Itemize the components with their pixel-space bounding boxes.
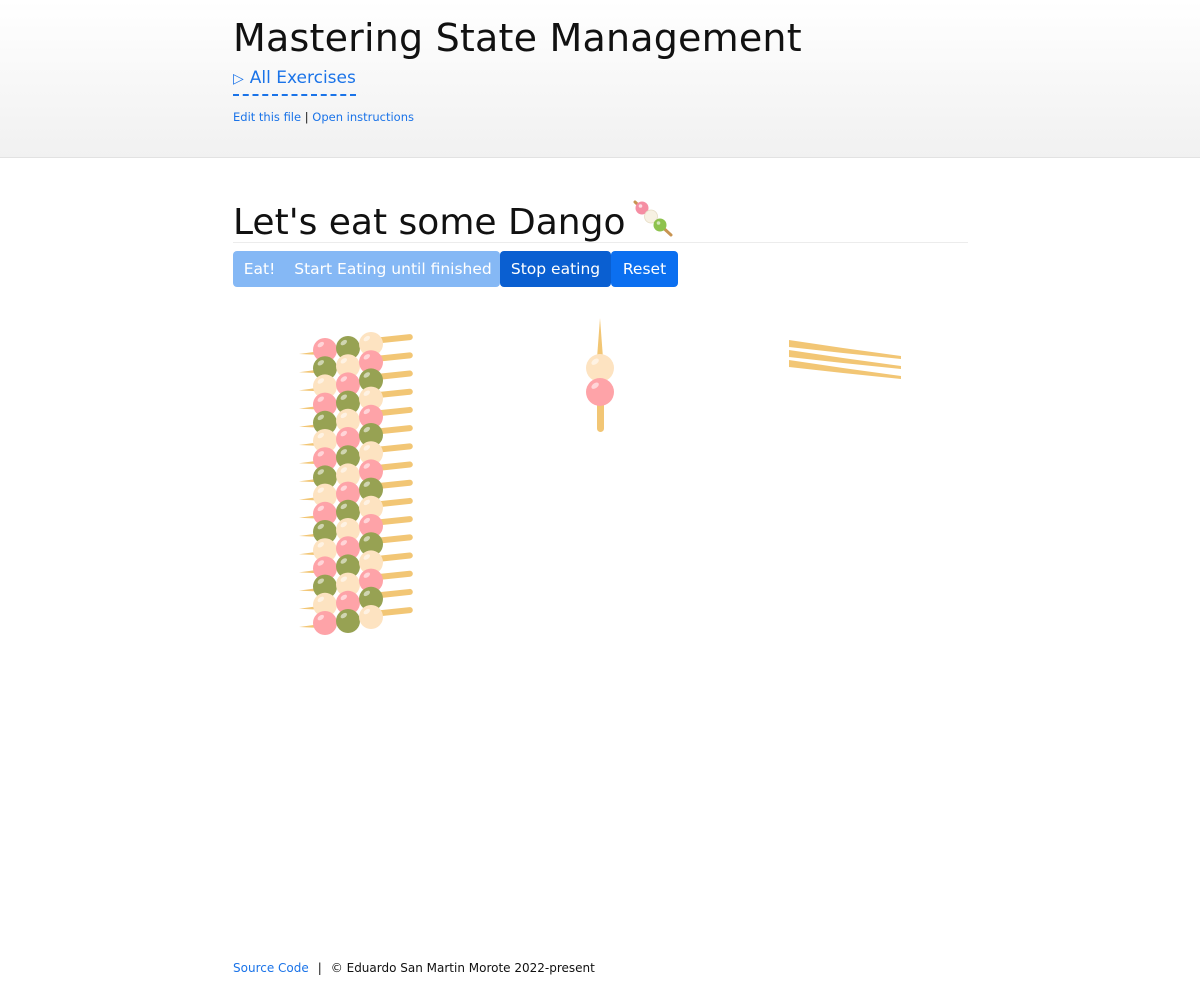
remaining-dango-pile bbox=[299, 332, 413, 635]
file-links: Edit this file | Open instructions bbox=[233, 110, 414, 124]
open-instructions-link[interactable]: Open instructions bbox=[312, 110, 414, 124]
footer-separator: | bbox=[317, 961, 322, 975]
page-footer: Source Code | © Eduardo San Martin Morote … bbox=[233, 961, 595, 975]
reset-button[interactable]: Reset bbox=[611, 251, 678, 287]
page-header: Mastering State Management ▷ All Exercise… bbox=[0, 0, 1200, 158]
start-eating-button[interactable]: Start Eating until finished bbox=[286, 251, 500, 287]
copyright-text: © Eduardo San Martin Morote 2022-present bbox=[330, 961, 595, 975]
triangle-right-icon: ▷ bbox=[233, 71, 244, 87]
edit-file-link[interactable]: Edit this file bbox=[233, 110, 301, 124]
dango-ball bbox=[359, 605, 383, 629]
eat-button[interactable]: Eat! bbox=[233, 251, 286, 287]
all-exercises-label: All Exercises bbox=[249, 68, 356, 88]
site-title: Mastering State Management bbox=[233, 16, 802, 60]
current-dango-skewer bbox=[586, 318, 614, 432]
dango-emoji-icon bbox=[633, 200, 673, 237]
eaten-skewers-pile bbox=[789, 340, 901, 379]
skewer-tip bbox=[597, 318, 603, 358]
source-code-link[interactable]: Source Code bbox=[233, 961, 309, 975]
stop-eating-button[interactable]: Stop eating bbox=[500, 251, 611, 287]
all-exercises-link[interactable]: ▷ All Exercises bbox=[233, 68, 356, 96]
page-heading-text: Let's eat some Dango bbox=[233, 202, 626, 243]
dango-ball bbox=[313, 611, 337, 635]
dango-ball bbox=[586, 354, 614, 382]
links-separator: | bbox=[304, 110, 309, 124]
page-heading: Let's eat some Dango bbox=[233, 198, 968, 243]
dango-ball bbox=[586, 378, 614, 406]
dango-ball bbox=[336, 609, 360, 633]
dango-stage bbox=[299, 318, 901, 635]
